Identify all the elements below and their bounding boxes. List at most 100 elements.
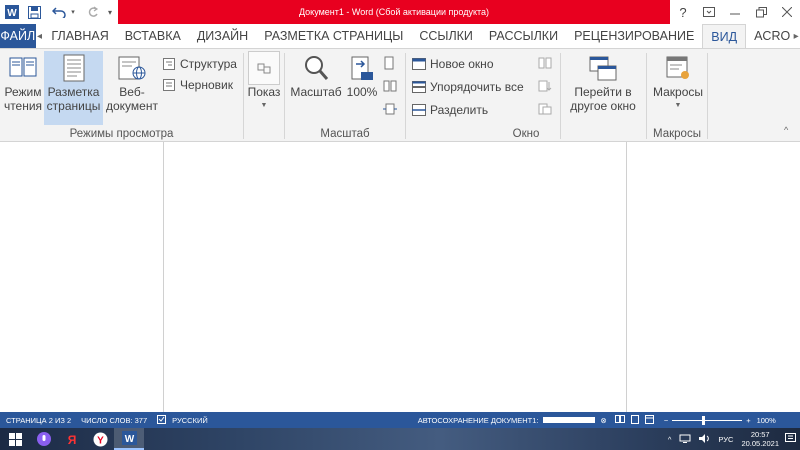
window-group-label: Окно <box>512 128 540 140</box>
print-layout-button[interactable]: Разметка страницы <box>44 51 103 125</box>
web-layout-button[interactable]: Веб- документ <box>106 51 158 113</box>
tab-view[interactable]: ВИД <box>702 24 747 48</box>
page-width-icon[interactable] <box>383 100 397 118</box>
tab-review[interactable]: РЕЦЕНЗИРОВАНИЕ <box>566 24 702 48</box>
language-status[interactable]: РУССКИЙ <box>172 416 208 425</box>
clock[interactable]: 20:57 20.05.2021 <box>741 430 779 448</box>
read-mode-button[interactable]: Режим чтения <box>2 51 44 113</box>
print-layout-label-1: Разметка <box>47 85 100 99</box>
page-right-edge <box>626 142 627 412</box>
show-dropdown-icon: ▼ <box>260 102 268 109</box>
show-label: Показ <box>247 85 281 99</box>
split-icon <box>412 103 426 117</box>
web-layout-icon <box>117 51 147 85</box>
outline-label: Структура <box>180 57 237 71</box>
zoom-out-icon[interactable]: − <box>664 416 668 425</box>
arrange-all-icon <box>412 80 426 94</box>
close-icon[interactable] <box>774 0 800 24</box>
macros-dropdown-icon: ▼ <box>674 102 682 109</box>
macros-button[interactable]: Макросы ▼ <box>649 51 707 113</box>
tab-acrobat[interactable]: ACRO <box>746 24 792 48</box>
voice-assistant-icon[interactable] <box>30 428 58 450</box>
draft-icon <box>162 78 176 92</box>
save-icon[interactable] <box>24 2 44 22</box>
word-count[interactable]: ЧИСЛО СЛОВ: 377 <box>81 416 147 425</box>
proofing-icon[interactable] <box>157 414 167 426</box>
zoom-100-button[interactable]: 100% <box>345 51 379 99</box>
yandex-icon[interactable]: Я <box>58 428 86 450</box>
page-left-edge <box>163 142 164 412</box>
tab-design[interactable]: ДИЗАЙН <box>189 24 256 48</box>
show-icon <box>248 51 280 85</box>
zoom-slider[interactable] <box>672 415 743 425</box>
start-icon[interactable] <box>0 428 30 450</box>
tabs-scroll-left-icon[interactable]: ◂ <box>36 24 44 48</box>
tab-home[interactable]: ГЛАВНАЯ <box>43 24 116 48</box>
zoom-100-icon <box>347 51 377 85</box>
page-count[interactable]: СТРАНИЦА 2 ИЗ 2 <box>6 416 71 425</box>
arrange-all-button[interactable]: Упорядочить все <box>412 78 524 96</box>
customize-qat-icon[interactable]: ▾ <box>104 2 116 22</box>
notifications-icon[interactable] <box>785 433 796 445</box>
magnifier-icon <box>301 51 331 85</box>
tab-file[interactable]: ФАЙЛ <box>0 24 36 48</box>
web-layout-label-1: Веб- <box>119 85 145 99</box>
split-label: Разделить <box>430 103 489 117</box>
undo-icon[interactable] <box>48 2 70 22</box>
word-logo-icon[interactable]: W <box>2 2 22 22</box>
new-window-button[interactable]: Новое окно <box>412 55 494 73</box>
window-group: Новое окно Упорядочить все Разделить Пер… <box>406 49 646 141</box>
undo-dropdown-icon[interactable]: ▾ <box>68 2 78 22</box>
multiple-pages-icon[interactable] <box>383 77 397 95</box>
reset-window-position-icon[interactable] <box>538 100 552 118</box>
read-mode-status-icon[interactable] <box>614 415 625 425</box>
network-icon[interactable] <box>679 434 691 445</box>
redo-icon[interactable] <box>84 2 102 22</box>
cancel-autosave-icon[interactable]: ⊗ <box>601 416 607 425</box>
zoom-percent[interactable]: 100% <box>757 416 776 425</box>
restore-icon[interactable] <box>748 0 774 24</box>
show-button[interactable]: Показ ▼ <box>246 51 282 113</box>
arrange-all-label: Упорядочить все <box>430 80 524 94</box>
svg-text:Я: Я <box>68 433 77 446</box>
split-button[interactable]: Разделить <box>412 101 488 119</box>
document-area[interactable] <box>0 142 800 412</box>
input-language[interactable]: РУС <box>718 435 733 444</box>
one-page-icon[interactable] <box>383 54 395 72</box>
tabs-scroll-right-icon[interactable]: ▸ <box>792 24 800 48</box>
svg-text:Y: Y <box>97 435 104 446</box>
tab-page-layout[interactable]: РАЗМЕТКА СТРАНИЦЫ <box>256 24 411 48</box>
tab-insert[interactable]: ВСТАВКА <box>117 24 189 48</box>
word-taskbar-icon[interactable]: W <box>114 428 144 450</box>
views-group-label: Режимы просмотра <box>69 128 174 140</box>
help-button[interactable]: ? <box>670 0 696 24</box>
volume-icon[interactable] <box>699 433 710 445</box>
switch-windows-label-2: другое окно <box>570 99 636 113</box>
view-side-by-side-icon[interactable] <box>538 54 552 72</box>
synchronous-scrolling-icon[interactable] <box>538 77 552 95</box>
system-tray: ^ РУС 20:57 20.05.2021 <box>668 428 796 450</box>
tab-mailings[interactable]: РАССЫЛКИ <box>481 24 566 48</box>
switch-windows-button[interactable]: Перейти в другое окно <box>564 51 642 113</box>
collapse-ribbon-icon[interactable]: ^ <box>784 121 788 139</box>
minimize-icon[interactable] <box>722 0 748 24</box>
zoom-slider-thumb[interactable] <box>702 415 706 425</box>
outline-button[interactable]: Структура <box>162 55 237 73</box>
tab-references[interactable]: ССЫЛКИ <box>411 24 481 48</box>
print-layout-status-icon[interactable] <box>630 414 639 426</box>
web-layout-label-2: документ <box>106 99 158 113</box>
ribbon-display-options-icon[interactable] <box>696 0 722 24</box>
draft-label: Черновик <box>180 78 233 92</box>
new-window-icon <box>412 57 426 71</box>
yandex-browser-icon[interactable]: Y <box>86 428 114 450</box>
switch-windows-icon <box>588 51 618 85</box>
web-layout-status-icon[interactable] <box>644 414 654 426</box>
zoom-in-icon[interactable]: + <box>746 416 750 425</box>
show-hidden-icons-icon[interactable]: ^ <box>668 435 672 444</box>
read-mode-label-2: чтения <box>3 99 43 113</box>
print-layout-label-2: страницы <box>46 99 101 113</box>
ribbon-tabs: ФАЙЛ ◂ ГЛАВНАЯ ВСТАВКА ДИЗАЙН РАЗМЕТКА С… <box>0 24 800 48</box>
zoom-button[interactable]: Масштаб <box>287 51 345 99</box>
autosave-progress-bar <box>542 417 595 423</box>
draft-button[interactable]: Черновик <box>162 76 233 94</box>
